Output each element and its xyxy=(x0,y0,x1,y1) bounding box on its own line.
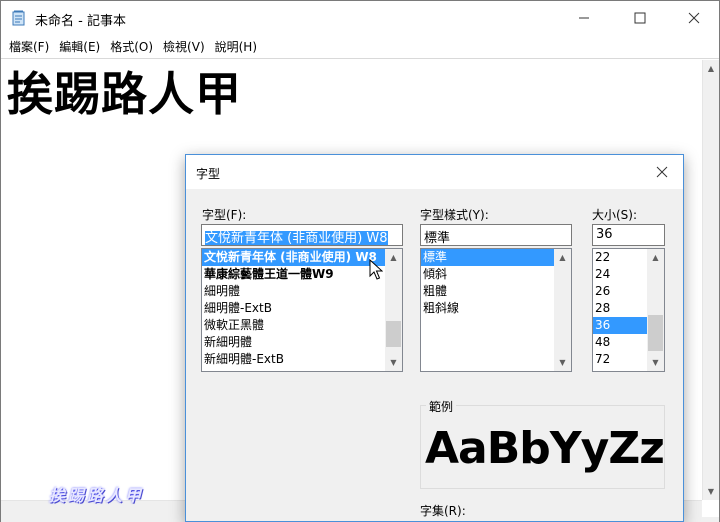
font-style-input[interactable]: 標準 xyxy=(420,224,572,246)
maximize-icon xyxy=(634,12,646,24)
font-style-list[interactable]: 標準 傾斜 粗體 粗斜線 ▲ ▼ xyxy=(420,248,572,372)
scroll-down-icon[interactable]: ▼ xyxy=(703,483,719,500)
font-name-value: 文悅新青年体 (非商业使用) W8 xyxy=(205,231,388,246)
scroll-thumb[interactable] xyxy=(386,321,401,347)
menu-help[interactable]: 說明(H) xyxy=(211,38,261,55)
window-title: 未命名 - 記事本 xyxy=(35,14,126,29)
font-style-list-scrollbar[interactable]: ▲ ▼ xyxy=(554,249,571,371)
sample-label: 範例 xyxy=(426,398,457,415)
scroll-up-icon[interactable]: ▲ xyxy=(554,249,571,266)
style-item[interactable]: 粗斜線 xyxy=(421,300,571,317)
title-bar[interactable]: 未命名 - 記事本 xyxy=(1,1,719,35)
style-item[interactable]: 傾斜 xyxy=(421,266,571,283)
maximize-button[interactable] xyxy=(617,1,663,35)
scroll-down-icon[interactable]: ▼ xyxy=(647,354,664,371)
font-dialog: 字型 字型(F): 文悅新青年体 (非商业使用) W8 文悅新青年体 (非商业使… xyxy=(185,154,684,522)
menu-edit[interactable]: 編輯(E) xyxy=(55,38,104,55)
font-item[interactable]: 新細明體 xyxy=(202,334,402,351)
font-item[interactable]: 細明體 xyxy=(202,283,402,300)
scroll-up-icon[interactable]: ▲ xyxy=(385,249,402,266)
menu-bar: 檔案(F) 編輯(E) 格式(O) 檢視(V) 說明(H) xyxy=(1,35,719,59)
minimize-button[interactable] xyxy=(561,1,607,35)
font-size-list-scrollbar[interactable]: ▲ ▼ xyxy=(647,249,664,371)
close-button[interactable] xyxy=(671,1,717,35)
dialog-close-button[interactable] xyxy=(644,157,680,187)
menu-view[interactable]: 檢視(V) xyxy=(159,38,209,55)
menu-file[interactable]: 檔案(F) xyxy=(5,38,53,55)
scroll-thumb[interactable] xyxy=(648,315,663,351)
scroll-up-icon[interactable]: ▲ xyxy=(703,60,719,77)
menu-format[interactable]: 格式(O) xyxy=(106,38,157,55)
close-icon xyxy=(688,12,700,24)
scroll-down-icon[interactable]: ▼ xyxy=(554,354,571,371)
font-item[interactable]: 細明體-ExtB xyxy=(202,300,402,317)
font-size-input[interactable]: 36 xyxy=(592,224,665,246)
scroll-up-icon[interactable]: ▲ xyxy=(647,249,664,266)
editor-content: 挨踢路人甲 xyxy=(7,67,242,121)
font-size-list[interactable]: 22 24 26 28 36 48 72 ▲ ▼ xyxy=(592,248,665,372)
watermark-text: 挨踢路人甲 xyxy=(49,486,145,505)
charset-label: 字集(R): xyxy=(420,504,466,518)
close-icon xyxy=(656,166,668,178)
mouse-cursor-icon xyxy=(369,259,383,280)
vertical-scrollbar[interactable]: ▲ ▼ xyxy=(702,60,719,500)
sample-preview: AaBbYyZz xyxy=(425,423,665,474)
font-label: 字型(F): xyxy=(202,208,247,222)
minimize-icon xyxy=(579,17,589,19)
notepad-icon xyxy=(12,10,25,26)
dialog-title: 字型 xyxy=(196,167,221,181)
dialog-title-bar[interactable]: 字型 xyxy=(186,155,683,189)
font-list-scrollbar[interactable]: ▲ ▼ xyxy=(385,249,402,371)
font-item[interactable]: 新細明體-ExtB xyxy=(202,351,402,368)
style-item[interactable]: 標準 xyxy=(421,249,571,266)
font-style-label: 字型樣式(Y): xyxy=(420,208,489,222)
scroll-down-icon[interactable]: ▼ xyxy=(385,354,402,371)
style-item[interactable]: 粗體 xyxy=(421,283,571,300)
font-name-input[interactable]: 文悅新青年体 (非商业使用) W8 xyxy=(201,224,403,246)
font-item[interactable]: 微軟正黑體 xyxy=(202,317,402,334)
font-size-label: 大小(S): xyxy=(592,208,638,222)
